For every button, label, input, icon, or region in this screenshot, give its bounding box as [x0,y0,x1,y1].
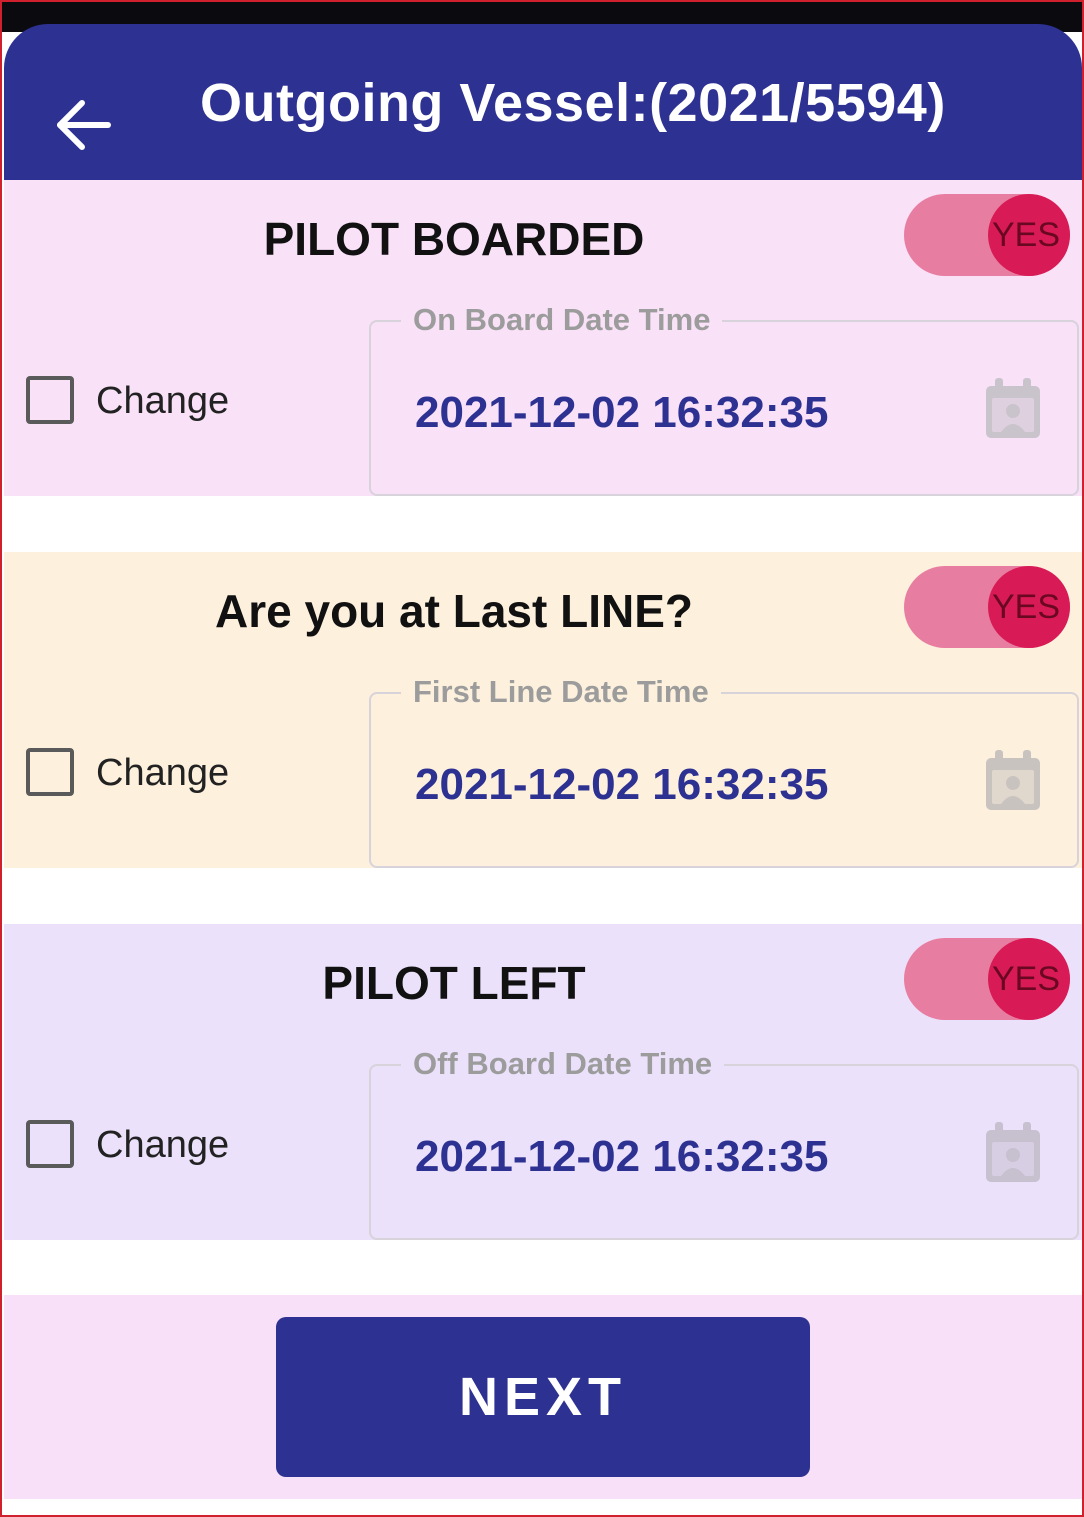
toggle-label: YES [992,216,1061,254]
calendar-icon[interactable] [983,1120,1043,1184]
field-value: 2021-12-02 16:32:35 [415,1132,829,1181]
field-label: Off Board Date Time [401,1046,725,1082]
change-label: Change [96,1124,230,1166]
field-value: 2021-12-02 16:32:35 [415,388,829,437]
back-arrow-icon[interactable] [54,98,112,152]
section-pilot-boarded: PILOT BOARDED YES Change On Board Date T… [4,180,1082,496]
off-board-date-time-field[interactable]: Off Board Date Time 2021-12-02 16:32:35 [369,1046,1079,1240]
pilot-boarded-toggle[interactable]: YES [904,194,1070,276]
change-checkbox[interactable] [26,748,74,796]
section-title: PILOT BOARDED [263,213,645,265]
section-pilot-left: PILOT LEFT YES Change Off Board Date Tim… [4,924,1082,1240]
toggle-label: YES [992,588,1061,626]
next-button[interactable]: NEXT [276,1317,810,1477]
change-checkbox[interactable] [26,376,74,424]
section-title: Are you at Last LINE? [215,585,693,637]
page-title: Outgoing Vessel:(2021/5594) [200,73,946,133]
on-board-date-time-field[interactable]: On Board Date Time 2021-12-02 16:32:35 [369,302,1079,496]
last-line-toggle[interactable]: YES [904,566,1070,648]
first-line-date-time-field[interactable]: First Line Date Time 2021-12-02 16:32:35 [369,674,1079,868]
change-label: Change [96,752,230,794]
change-checkbox[interactable] [26,1120,74,1168]
app-screen: Outgoing Vessel:(2021/5594) PILOT BOARDE… [0,0,1084,1517]
field-label: On Board Date Time [401,302,723,338]
section-title: PILOT LEFT [322,957,586,1009]
field-value: 2021-12-02 16:32:35 [415,760,829,809]
field-label: First Line Date Time [401,674,721,710]
section-last-line: Are you at Last LINE? YES Change First L… [4,552,1082,868]
toggle-label: YES [992,960,1061,998]
calendar-icon[interactable] [983,748,1043,812]
pilot-left-toggle[interactable]: YES [904,938,1070,1020]
calendar-icon[interactable] [983,376,1043,440]
change-label: Change [96,380,230,422]
